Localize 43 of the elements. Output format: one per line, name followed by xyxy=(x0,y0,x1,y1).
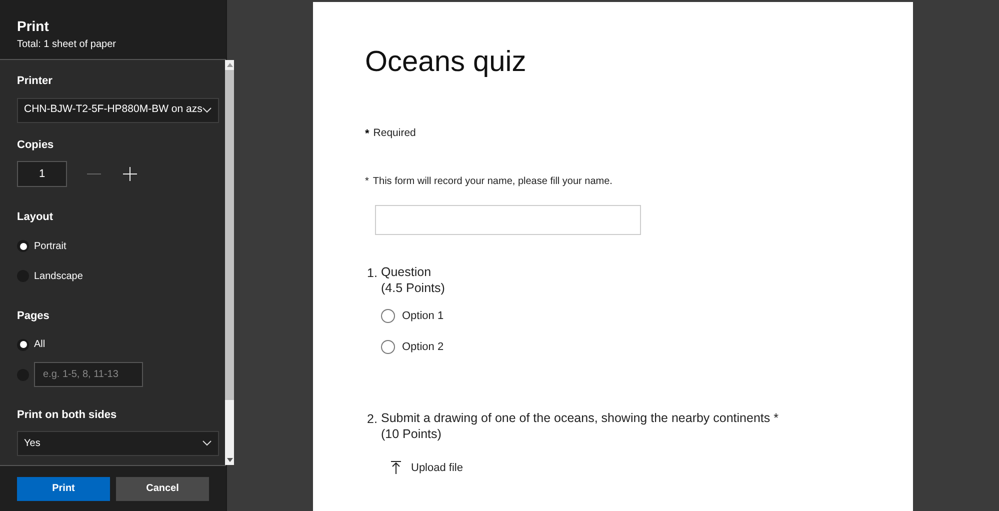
printer-dropdown[interactable]: CHN-BJW-T2-5F-HP880M-BW on azs xyxy=(17,98,220,122)
chevron-icon xyxy=(202,107,212,113)
name-note: This form will record your name, please fill your name. xyxy=(372,174,612,188)
sheet-count: Total: 1 sheet of paper xyxy=(17,38,117,52)
question-number: 2. xyxy=(367,410,378,428)
name-field[interactable] xyxy=(375,204,641,234)
cancel-button[interactable]: Cancel xyxy=(116,476,209,500)
section-label: Layout xyxy=(17,210,54,225)
radio-button[interactable] xyxy=(381,340,395,354)
radio-label[interactable]: Portrait xyxy=(34,238,66,254)
scroll-down-icon[interactable] xyxy=(226,458,233,462)
copies-field[interactable]: 1 xyxy=(17,161,67,187)
duplex-dropdown[interactable]: Yes xyxy=(17,430,220,456)
section-label: Copies xyxy=(17,138,55,152)
panel-title: Print xyxy=(17,17,50,35)
required-note: Required xyxy=(373,126,416,142)
form-title: Oceans quiz xyxy=(365,45,528,80)
minus-icon xyxy=(87,173,101,175)
required-asterisk: * xyxy=(365,127,370,142)
question-points: (10 Points) xyxy=(381,426,442,442)
section-label: Print on both sides xyxy=(17,408,118,423)
section-label: Pages xyxy=(17,308,50,324)
upload-button[interactable]: Upload file xyxy=(391,460,778,476)
question-points: (4.5 Points) xyxy=(381,280,445,296)
increase-button[interactable] xyxy=(123,167,137,181)
question-number: 1. xyxy=(367,264,378,282)
section-label: Printer xyxy=(17,74,54,89)
required-asterisk: * xyxy=(365,174,369,188)
radio-button[interactable] xyxy=(381,308,395,323)
question-title: Submit a drawing of one of the oceans, showing the nearby continents * xyxy=(381,410,778,426)
radio-button[interactable] xyxy=(17,338,29,350)
page-range-field[interactable]: e.g. 1-5, 8, 11-13 xyxy=(34,362,143,387)
radio-label[interactable]: All xyxy=(34,337,46,352)
plus-icon xyxy=(123,167,137,181)
option-label[interactable]: Option 1 xyxy=(402,308,444,324)
radio-label[interactable]: Landscape xyxy=(34,268,83,284)
chevron-icon xyxy=(202,440,212,446)
question-title: Question xyxy=(381,264,432,280)
upload-icon xyxy=(391,461,401,474)
radio-button[interactable] xyxy=(17,240,29,252)
print-button[interactable]: Print xyxy=(17,476,110,500)
scroll-up-icon[interactable] xyxy=(226,63,233,67)
option-label[interactable]: Option 2 xyxy=(402,339,444,356)
